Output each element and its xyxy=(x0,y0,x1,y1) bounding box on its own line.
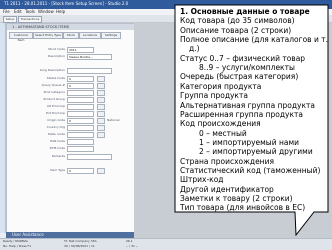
row-country-origin: Country Org xyxy=(7,125,135,132)
query-queue-input[interactable]: 0 xyxy=(67,83,94,89)
field-label: Ext Prod Grp xyxy=(46,111,65,115)
row-ean-code: EAN Code xyxy=(7,139,135,146)
callout-line: Тип товара (для инвойсов в ЕС) xyxy=(180,203,306,213)
form-title: 1 - ASTHMASTAND STOCK ITEMS xyxy=(12,25,70,29)
lookup-button[interactable] xyxy=(97,97,105,103)
lookup-button[interactable] xyxy=(97,132,105,138)
transactions-button[interactable]: Transactions xyxy=(18,16,42,23)
status-extra: -- / 31 -- xyxy=(126,244,139,248)
row-remarks: Remarks xyxy=(7,154,135,161)
lookup-button[interactable] xyxy=(97,118,105,124)
row-query-queue: Query Queue # 0 xyxy=(7,83,135,90)
field-label: Stats. Code xyxy=(47,132,65,136)
field-label: Product Group xyxy=(43,97,65,101)
product-group-input[interactable] xyxy=(67,97,94,103)
tab-entry-type[interactable]: Select Entry Type xyxy=(33,32,63,39)
dtm-code-input[interactable] xyxy=(67,146,94,152)
field-label: Description xyxy=(47,54,65,58)
long-description-input[interactable] xyxy=(67,68,112,74)
lookup-button[interactable] xyxy=(97,76,105,82)
field-label: DTM Code xyxy=(49,146,65,150)
status-code-input[interactable]: 0 xyxy=(67,76,94,82)
country-origin-input[interactable] xyxy=(67,125,94,131)
field-label: Remarks xyxy=(51,154,65,158)
row-ext-prod-group: Ext Prod Grp xyxy=(7,111,135,118)
field-label: Long Description xyxy=(39,68,65,72)
field-label: EAN Code xyxy=(50,139,65,143)
tab-stock[interactable]: Stock xyxy=(63,32,79,39)
stock-item-form: 1 - ASTHMASTAND STOCK ITEMS Customer Ite… xyxy=(6,23,136,233)
annotation-callout: 1. Основные данные о товаре Код товара (д… xyxy=(174,4,329,236)
lookup-button[interactable] xyxy=(97,90,105,96)
window-title: T1 2011 - 28.01.2011 - [Stock Item Setup… xyxy=(4,1,129,6)
row-item-type: Item Type 0 xyxy=(7,168,135,175)
stock-code-input[interactable]: 2011 xyxy=(67,47,94,53)
alt-prod-group-input[interactable] xyxy=(67,104,94,110)
field-label: Item Type xyxy=(50,168,65,172)
row-origin-code: Origin Code 0 National xyxy=(7,118,135,125)
lookup-button[interactable] xyxy=(97,111,105,117)
callout-line: Полное описание (для каталогов и т. xyxy=(180,35,328,45)
lookup-button[interactable] xyxy=(97,168,105,174)
status-help: No. Help / Press F1 xyxy=(3,244,32,248)
field-label: Country Org xyxy=(46,125,65,129)
origin-code-input[interactable]: 0 xyxy=(67,118,94,124)
tab-customer-item[interactable]: Customer Item xyxy=(9,32,33,42)
row-long-description: Long Description xyxy=(7,68,135,75)
status-bar: Ready / NORMAL T1 Test Company 35A 26.1 … xyxy=(0,238,332,250)
form-header: 1 - ASTHMASTAND STOCK ITEMS xyxy=(7,24,135,30)
row-stock-code: Stock Code 2011 xyxy=(7,47,135,54)
prod-category-input[interactable] xyxy=(67,90,94,96)
field-label: Alt Prod Grp xyxy=(46,104,65,108)
item-type-input[interactable]: 0 xyxy=(67,168,94,174)
description-input[interactable]: Sleeve Nozzle... xyxy=(67,54,112,60)
field-label: Stock Code xyxy=(48,47,65,51)
row-product-group: Product Group xyxy=(7,97,135,104)
status-date: 30 / 30/08/2001 / 11 xyxy=(64,244,95,248)
lookup-button[interactable] xyxy=(97,83,105,89)
lookup-button[interactable] xyxy=(97,104,105,110)
lookup-button[interactable] xyxy=(97,125,105,131)
ext-prod-group-input[interactable] xyxy=(67,111,94,117)
tab-settings[interactable]: Settings xyxy=(101,32,121,39)
row-prod-category: Prod Category xyxy=(7,90,135,97)
origin-description: National xyxy=(107,118,120,122)
row-stats-code: Stats. Code xyxy=(7,132,135,139)
row-alt-prod-group: Alt Prod Grp xyxy=(7,104,135,111)
field-label: Status Code xyxy=(46,76,65,80)
row-description: Description Sleeve Nozzle... xyxy=(7,54,135,61)
setup-button[interactable]: Setup xyxy=(3,16,17,23)
ean-code-input[interactable] xyxy=(67,139,94,145)
row-dtm-code: DTM Code xyxy=(7,146,135,153)
form-tabs: Customer Item Select Entry Type Stock Lo… xyxy=(9,32,133,42)
stats-code-input[interactable] xyxy=(67,132,94,138)
tab-locations[interactable]: Locations xyxy=(79,32,101,39)
field-label: Origin Code xyxy=(47,118,65,122)
remarks-input[interactable] xyxy=(67,154,112,160)
row-status-code: Status Code 0 xyxy=(7,76,135,83)
field-label: Prod Category xyxy=(43,90,65,94)
field-label: Query Queue # xyxy=(41,83,65,87)
